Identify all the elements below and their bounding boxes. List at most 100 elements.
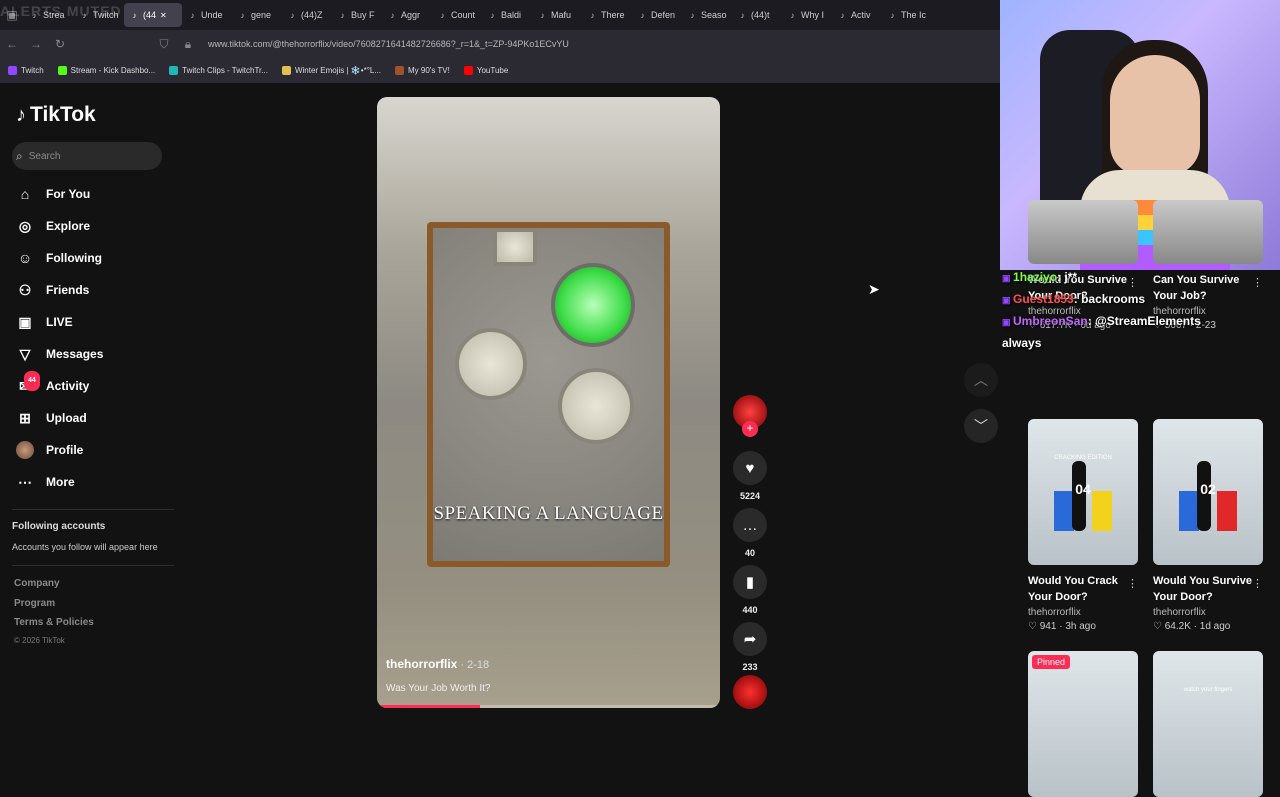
browser-tab[interactable]: ♪ There — [582, 3, 632, 27]
chevron-down-icon[interactable]: ﹀ — [964, 409, 998, 443]
chat-message: ▣ Guest1853: backrooms — [1002, 292, 1146, 306]
more-options-icon[interactable]: ⋮ — [1252, 577, 1263, 590]
bookmark-item[interactable]: YouTube — [463, 66, 508, 75]
video-thumbnail[interactable]: 02 — [1153, 419, 1263, 565]
footer-link-terms[interactable]: Terms & Policies — [14, 617, 94, 628]
browser-tab[interactable]: ♪ Strea — [24, 3, 74, 27]
sidebar-item-label: More — [46, 475, 75, 489]
footer-link-company[interactable]: Company — [14, 578, 60, 589]
gauge-left — [455, 328, 527, 400]
share-icon[interactable]: ➦ — [733, 622, 767, 656]
video-thumbnail[interactable]: watch your fingers — [1153, 651, 1263, 797]
follow-plus-icon[interactable]: + — [742, 421, 758, 437]
bookmark-item[interactable]: Winter Emojis | ❄️•*°L... — [281, 66, 381, 75]
browser-tab[interactable]: ♪ Why I — [782, 3, 832, 27]
browser-tab[interactable]: ♪ Unde — [182, 3, 232, 27]
divider — [12, 509, 174, 510]
comment-count: 40 — [744, 548, 755, 558]
video-author-name[interactable]: thehorrorflix — [386, 657, 457, 671]
compass-icon: ◎ — [18, 218, 32, 234]
video-player[interactable]: SPEAKING A LANGUAGE thehorrorflix · 2-18… — [377, 97, 720, 708]
bookmark-item[interactable]: My 90's TV! — [395, 66, 450, 75]
browser-tab[interactable]: ♪ (44 ✕ — [124, 3, 182, 27]
sidebar-item-label: Following — [46, 251, 102, 265]
footer-link-program[interactable]: Program — [14, 598, 55, 609]
sidebar-item-activity[interactable]: ✉44 Activity — [16, 371, 89, 395]
browser-tab[interactable]: ♪ gene — [232, 3, 282, 27]
save-count: 440 — [742, 605, 758, 615]
browser-tab-label: Defen — [651, 10, 676, 20]
search-input[interactable]: ⌕ Search — [12, 142, 162, 170]
sidebar-item-profile[interactable]: Profile — [16, 441, 83, 459]
tiktok-favicon-icon: ♪ — [490, 10, 495, 20]
comment-icon[interactable]: … — [733, 508, 767, 542]
browser-tab-label: Baldi — [501, 10, 522, 20]
tab-overview-icon[interactable]: ▣ — [0, 8, 24, 22]
sidebar-item-explore[interactable]: ◎ Explore — [16, 217, 90, 235]
chevron-up-icon[interactable]: ︿ — [964, 363, 998, 397]
sidebar-item-for-you[interactable]: ⌂ For You — [16, 185, 90, 203]
browser-tab[interactable]: ♪ Seaso — [682, 3, 732, 27]
share-action[interactable]: ➦ 233 — [733, 622, 767, 672]
lock-icon[interactable]: 🔒︎ — [176, 37, 200, 52]
tiktok-favicon-icon: ♪ — [640, 10, 645, 20]
video-author[interactable]: thehorrorflix · 2-18 — [386, 657, 489, 671]
browser-tab[interactable]: ♪ Count — [432, 3, 482, 27]
browser-tab[interactable]: ♪ Buy F — [332, 3, 382, 27]
save-action[interactable]: ▮ 440 — [733, 565, 767, 615]
video-thumbnail[interactable]: Pinned — [1028, 651, 1138, 797]
browser-tab[interactable]: ♪ Baldi — [482, 3, 532, 27]
video-progress-bar[interactable] — [377, 705, 720, 708]
heart-icon[interactable]: ♥ — [733, 451, 767, 485]
related-video-card[interactable]: watch your fingers — [1153, 651, 1263, 797]
bookmark-icon[interactable]: ▮ — [733, 565, 767, 599]
sidebar-item-following[interactable]: ☺ Following — [16, 249, 102, 267]
url-field[interactable]: www.tiktok.com/@thehorrorflix/video/7608… — [208, 39, 569, 49]
chat-message: ▣ UmbreonSan: @StreamElements — [1002, 314, 1201, 328]
sound-disc-icon[interactable] — [733, 675, 767, 709]
browser-tab-label: Why I — [801, 10, 825, 20]
close-tab-icon[interactable]: ✕ — [160, 11, 167, 20]
comment-action[interactable]: … 40 — [733, 508, 767, 558]
browser-tab[interactable]: ♪ Twitch — [74, 3, 124, 27]
card-title[interactable]: Would You Crack Your Door? — [1028, 573, 1128, 605]
card-author[interactable]: thehorrorflix — [1028, 607, 1138, 618]
sidebar-item-more[interactable]: ⋯ More — [16, 473, 75, 491]
shield-icon[interactable]: ⛉ — [152, 37, 176, 52]
video-thumbnail[interactable]: 04 CRACKING EDITION — [1028, 419, 1138, 565]
video-thumbnail[interactable] — [1153, 200, 1263, 264]
tiktok-favicon-icon: ♪ — [740, 10, 745, 20]
back-icon[interactable]: ← — [0, 37, 24, 51]
related-video-card[interactable]: 02 Would You Survive Your Door? thehorrorf… — [1153, 419, 1263, 632]
sidebar-item-friends[interactable]: ⚇ Friends — [16, 281, 90, 299]
browser-tab-label: Strea — [43, 10, 65, 20]
video-thumbnail[interactable] — [1028, 200, 1138, 264]
following-accounts-note: Accounts you follow will appear here — [12, 542, 158, 552]
sidebar-item-upload[interactable]: ⊞ Upload — [16, 409, 87, 427]
tiktok-favicon-icon: ♪ — [390, 10, 395, 20]
forward-icon[interactable]: → — [24, 37, 48, 51]
sidebar-item-live[interactable]: ▣ LIVE — [16, 313, 72, 331]
card-author[interactable]: thehorrorflix — [1153, 607, 1263, 618]
reload-icon[interactable]: ↻ — [48, 37, 72, 51]
sidebar-item-messages[interactable]: ▽ Messages — [16, 345, 104, 363]
browser-tab[interactable]: ♪ (44)Z — [282, 3, 332, 27]
related-video-card[interactable]: Pinned — [1028, 651, 1138, 797]
related-video-card[interactable]: 04 CRACKING EDITION Would You Crack Your D… — [1028, 419, 1138, 632]
bookmark-item[interactable]: Twitch Clips - TwitchTr... — [169, 66, 268, 75]
browser-tab[interactable]: ♪ The Ic — [882, 3, 932, 27]
browser-tab[interactable]: ♪ Aggr — [382, 3, 432, 27]
like-action[interactable]: ♥ 5224 — [733, 451, 767, 501]
browser-tab[interactable]: ♪ Defen — [632, 3, 682, 27]
tiktok-logo[interactable]: ♪ TikTok — [16, 103, 96, 127]
browser-tab[interactable]: ♪ (44)t — [732, 3, 782, 27]
bookmark-item[interactable]: Stream - Kick Dashbo... — [57, 66, 155, 75]
browser-tab[interactable]: ♪ Activ — [832, 3, 882, 27]
bookmark-label: Twitch Clips - TwitchTr... — [182, 66, 268, 75]
bookmark-label: My 90's TV! — [408, 66, 450, 75]
card-title[interactable]: Would You Survive Your Door? — [1153, 573, 1253, 605]
browser-tab[interactable]: ♪ Mafu — [532, 3, 582, 27]
more-options-icon[interactable]: ⋮ — [1127, 577, 1138, 590]
chat-message: ▣ 1haziyo: j** — [1002, 270, 1078, 284]
bookmark-item[interactable]: Twitch — [8, 66, 44, 75]
